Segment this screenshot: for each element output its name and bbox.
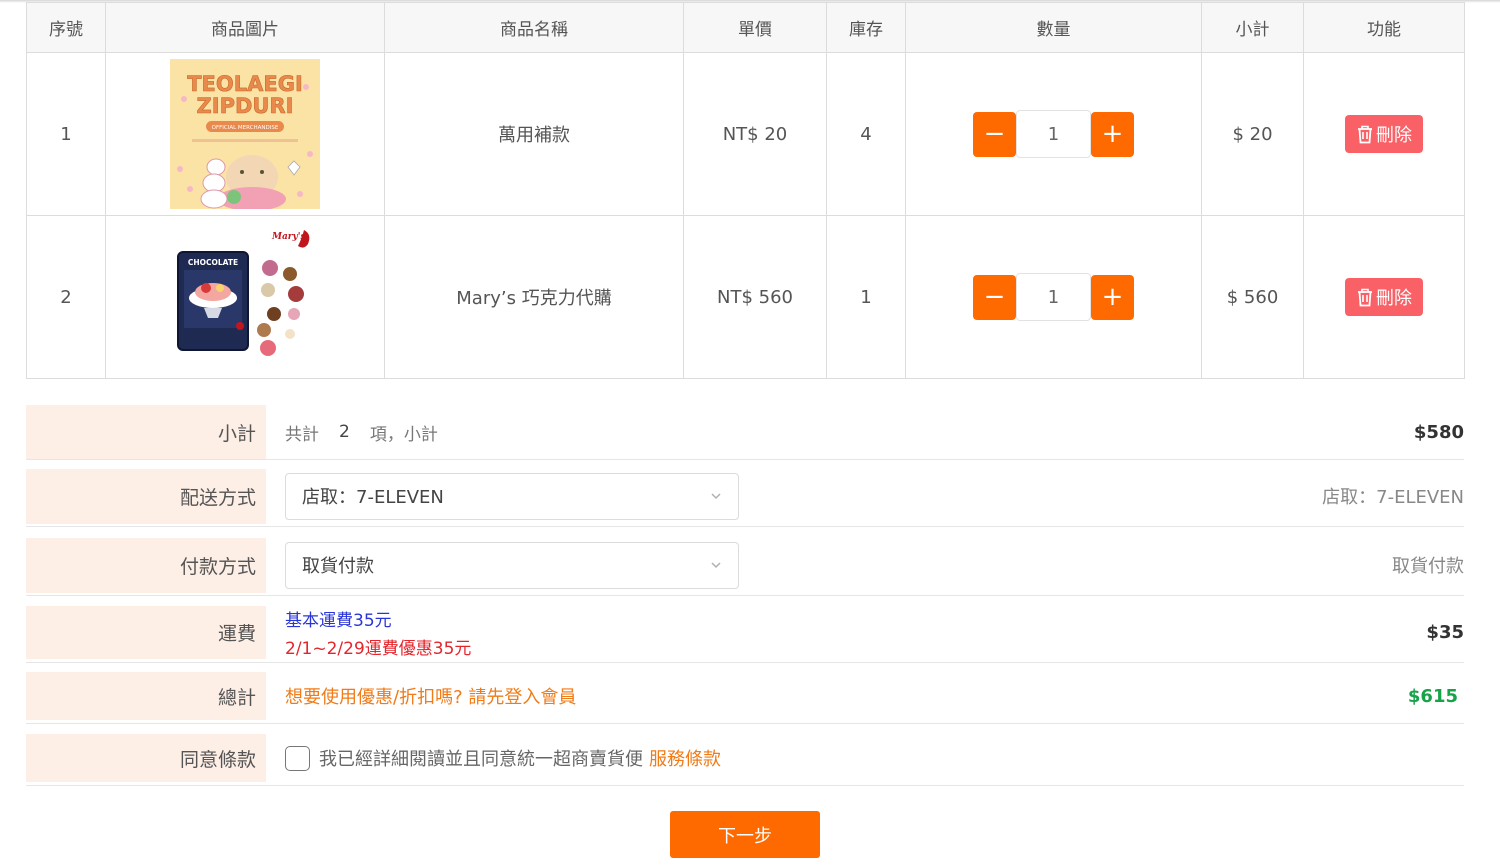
terms-checkbox[interactable] [285, 745, 310, 771]
qty-plus-button[interactable]: + [1091, 111, 1134, 157]
qty-input[interactable]: 1 [1016, 110, 1091, 158]
shipping-label: 配送方式 [26, 468, 266, 524]
row-index: 1 [26, 52, 106, 216]
payment-row: 付款方式 取貨付款 取貨付款 [26, 535, 1464, 596]
fee-label: 運費 [26, 606, 266, 659]
payment-select[interactable]: 取貨付款 [285, 541, 739, 589]
row-stock: 1 [826, 215, 906, 379]
chevron-down-icon [711, 562, 721, 569]
terms-row: 同意條款 我已經詳細閱讀並且同意統一超商賣貨便 服務條款 [26, 731, 1464, 786]
row-actions: 刪除 [1303, 52, 1465, 216]
payment-selected: 取貨付款 [302, 556, 374, 577]
total-row: 總計 想要使用優惠/折扣嗎? 請先登入會員 $615 [26, 669, 1464, 724]
subtotal-label: 小計 [26, 405, 266, 459]
fee-info: 基本運費35元 2/1~2/29運費優惠35元 [266, 606, 1426, 659]
header-name: 商品名稱 [384, 2, 684, 53]
qty-minus-button[interactable]: − [973, 274, 1016, 320]
row-stock: 4 [826, 52, 906, 216]
header-index: 序號 [26, 2, 106, 53]
header-price: 單價 [683, 2, 827, 53]
shipping-display: 店取：7-ELEVEN [1322, 487, 1464, 508]
terms-mid: 我已經詳細閱讀並且同意統一超商賣貨便 服務條款 [266, 745, 1464, 771]
chocolate-box-image: Mary's CHOCOLATE [170, 222, 320, 372]
product-poster-image: TEOLAEGI ZIPDURI OFFICIAL MERCHANDISE [170, 59, 320, 209]
row-name: 萬用補款 [384, 52, 684, 216]
row-image-cell: TEOLAEGI ZIPDURI OFFICIAL MERCHANDISE [105, 52, 385, 216]
total-note[interactable]: 想要使用優惠/折扣嗎? 請先登入會員 [266, 683, 1408, 709]
chevron-down-icon [711, 493, 721, 500]
row-actions: 刪除 [1303, 215, 1465, 379]
row-qty-cell: − 1 + [905, 215, 1202, 379]
header-stock: 庫存 [826, 2, 906, 53]
shipping-selected: 店取：7-ELEVEN [302, 487, 444, 508]
row-price: NT$ 20 [683, 52, 827, 216]
delete-label: 刪除 [1376, 288, 1412, 309]
row-index: 2 [26, 215, 106, 379]
row-subtotal: $ 560 [1201, 215, 1304, 379]
count-prefix: 共計 [285, 424, 319, 445]
terms-label: 同意條款 [26, 734, 266, 782]
header-actions: 功能 [1303, 2, 1465, 53]
svg-text:Mary's: Mary's [271, 232, 306, 242]
row-qty-cell: − 1 + [905, 52, 1202, 216]
delete-label: 刪除 [1376, 125, 1412, 146]
shipping-mid: 店取：7-ELEVEN [266, 472, 1322, 520]
fee-row: 運費 基本運費35元 2/1~2/29運費優惠35元 $35 [26, 603, 1464, 663]
next-step-button[interactable]: 下一步 [670, 811, 820, 858]
count-suffix: 項，小計 [369, 424, 438, 445]
qty-minus-button[interactable]: − [973, 111, 1016, 157]
cart-table: 序號 商品圖片 商品名稱 單價 庫存 數量 小計 功能 1 TEOLAEGI Z… [26, 2, 1465, 379]
trash-icon [1358, 125, 1372, 144]
quantity-stepper: − 1 + [973, 110, 1134, 158]
subtotal-row: 小計 共計 2 項，小計 $580 [26, 405, 1464, 460]
delete-button[interactable]: 刪除 [1345, 115, 1423, 153]
terms-text: 我已經詳細閱讀並且同意統一超商賣貨便 [319, 749, 643, 770]
fee-line-discount: 2/1~2/29運費優惠35元 [285, 639, 472, 659]
fee-line-basic: 基本運費35元 [285, 611, 392, 631]
row-price: NT$ 560 [683, 215, 827, 379]
subtotal-value: $580 [1413, 421, 1464, 443]
total-value: $615 [1407, 685, 1458, 707]
row-subtotal: $ 20 [1201, 52, 1304, 216]
row-name: Mary’s 巧克力代購 [384, 215, 684, 379]
table-header-row: 序號 商品圖片 商品名稱 單價 庫存 數量 小計 功能 [26, 2, 1465, 53]
delete-button[interactable]: 刪除 [1345, 278, 1423, 316]
table-row: 2 Mary's CHOCOLATE Mary’s 巧克力代購 NT$ 560 … [26, 215, 1465, 379]
terms-link[interactable]: 服務條款 [649, 745, 721, 771]
svg-text:TEOLAEGI: TEOLAEGI [187, 72, 303, 96]
total-label: 總計 [26, 672, 266, 720]
shipping-select[interactable]: 店取：7-ELEVEN [285, 472, 739, 520]
qty-plus-button[interactable]: + [1091, 274, 1134, 320]
header-subtotal: 小計 [1201, 2, 1304, 53]
payment-mid: 取貨付款 [266, 541, 1392, 589]
svg-text:OFFICIAL MERCHANDISE: OFFICIAL MERCHANDISE [212, 125, 279, 131]
svg-text:ZIPDURI: ZIPDURI [197, 94, 294, 118]
item-count: 2 [339, 422, 350, 442]
fee-value: $35 [1426, 622, 1464, 643]
svg-text:CHOCOLATE: CHOCOLATE [188, 258, 238, 267]
header-image: 商品圖片 [105, 2, 385, 53]
row-image-cell: Mary's CHOCOLATE [105, 215, 385, 379]
quantity-stepper: − 1 + [973, 273, 1134, 321]
table-row: 1 TEOLAEGI ZIPDURI OFFICIAL MERCHANDISE [26, 52, 1465, 216]
payment-label: 付款方式 [26, 537, 266, 593]
subtotal-count: 共計 2 項，小計 [266, 420, 1414, 445]
shipping-row: 配送方式 店取：7-ELEVEN 店取：7-ELEVEN [26, 466, 1464, 527]
trash-icon [1358, 288, 1372, 307]
header-qty: 數量 [905, 2, 1202, 53]
qty-input[interactable]: 1 [1016, 273, 1091, 321]
payment-display: 取貨付款 [1392, 556, 1464, 577]
